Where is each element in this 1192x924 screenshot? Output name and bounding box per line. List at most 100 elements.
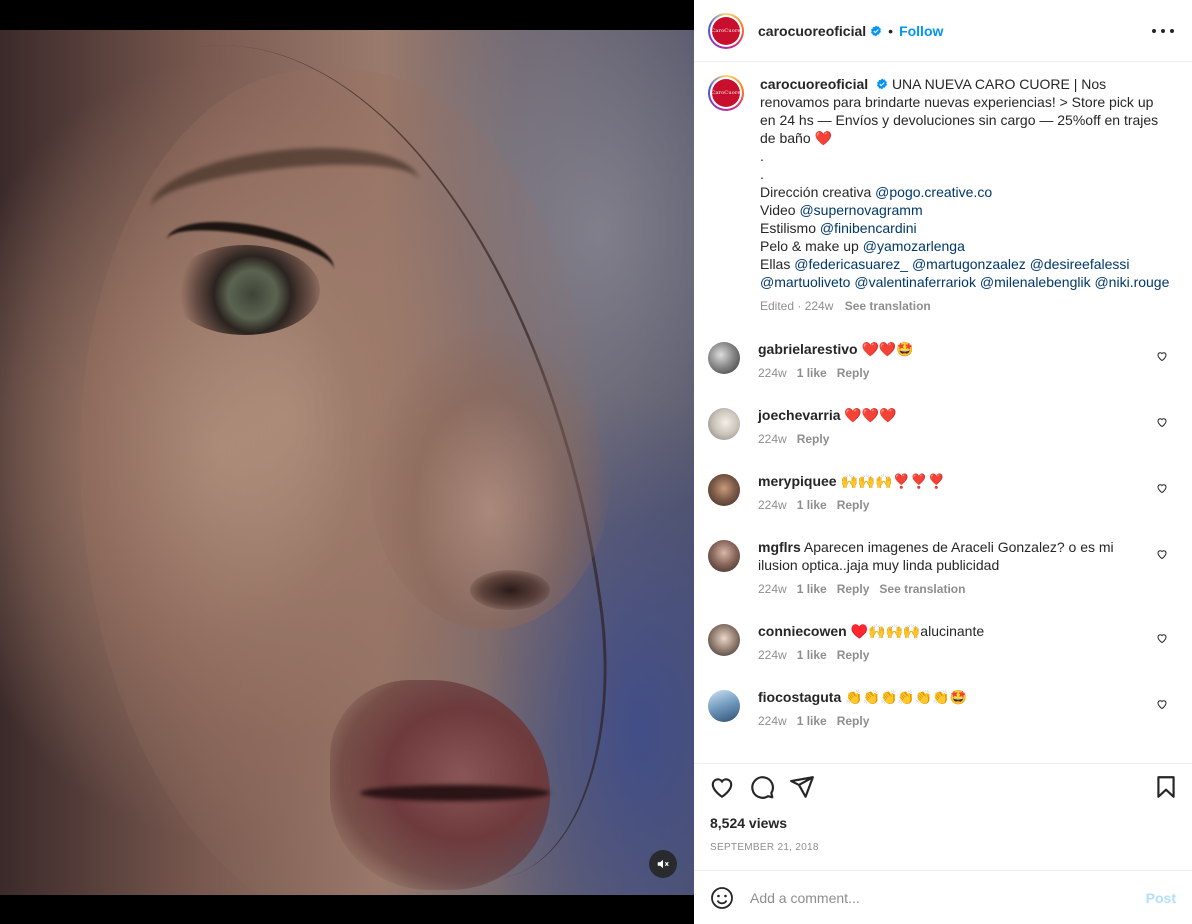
comment-username[interactable]: merypiquee [758,473,837,489]
comment-likes[interactable]: 1 like [797,582,827,596]
caption-avatar[interactable]: CaroCuore [708,75,744,111]
caption-credit-label: Video [760,202,796,218]
comment-row: conniecowen ♥️🙌🙌🙌alucinante 224w 1 like Re… [708,622,1178,664]
brand-logo-small: CaroCuore [711,79,741,107]
comment-time[interactable]: 224w [758,582,787,596]
comment-time[interactable]: 224w [758,648,787,662]
commenter-avatar[interactable] [708,474,740,506]
post-comment-button[interactable]: Post [1146,890,1176,906]
commenter-avatar[interactable] [708,690,740,722]
caption-meta-dot: · [794,299,805,313]
header-avatar[interactable]: CaroCuore [708,12,744,49]
header-separator: • [888,22,894,39]
reply-button[interactable]: Reply [837,498,870,512]
mention-link[interactable]: @desireefalessi [1030,256,1130,272]
reply-button[interactable]: Reply [837,714,870,728]
mention-link[interactable]: @federicasuarez_ [794,256,908,272]
comment-row: mgflrs Aparecen imagenes de Araceli Gonz… [708,538,1178,598]
mention-link[interactable]: @yamozarlenga [863,238,965,254]
caption-credit-label: Ellas [760,256,791,272]
add-comment-bar: Post [694,870,1192,924]
comment-row: merypiquee 🙌🙌🙌❣️❣️❣️ 224w 1 like Reply [708,472,1178,514]
comment-likes[interactable]: 1 like [797,714,827,728]
comments-list[interactable]: CaroCuore carocuoreoficial UNA NUEVA CAR… [694,63,1192,763]
comment-text: 👏👏👏👏👏👏🤩 [845,689,968,705]
comment-row: joechevarria ❤️❤️❤️ 224w Reply [708,406,1178,448]
caption-dot: . [760,148,764,164]
commenter-avatar[interactable] [708,408,740,440]
comment-time[interactable]: 224w [758,432,787,446]
video-lip-line [360,785,550,801]
post-side-panel: CaroCuore carocuoreoficial • Follow Caro… [694,0,1192,924]
commenter-avatar[interactable] [708,540,740,572]
comment-text: Aparecen imagenes de Araceli Gonzalez? o… [758,539,1114,573]
emoji-icon[interactable] [710,886,734,910]
commenter-avatar[interactable] [708,624,740,656]
speaker-muted-icon [657,859,669,869]
caption-time[interactable]: 224w [805,299,834,313]
comment-time[interactable]: 224w [758,714,787,728]
comment-heart-icon[interactable] [1156,548,1168,560]
comment-text: ♥️🙌🙌🙌alucinante [850,623,985,639]
comment-time[interactable]: 224w [758,498,787,512]
caption-dot: . [760,166,764,182]
commenter-avatar[interactable] [708,342,740,374]
comment-heart-icon[interactable] [1156,698,1168,710]
mention-link[interactable]: @niki.rouge [1094,274,1169,290]
video-player[interactable] [0,30,694,895]
comment-username[interactable]: gabrielarestivo [758,341,858,357]
comment-heart-icon[interactable] [1156,416,1168,428]
comment-text: ❤️❤️🤩 [861,341,914,357]
comment-icon[interactable] [749,774,775,800]
reply-button[interactable]: Reply [837,648,870,662]
mute-button[interactable] [649,850,677,878]
comment-username[interactable]: joechevarria [758,407,841,423]
share-icon[interactable] [789,774,815,800]
comment-heart-icon[interactable] [1156,632,1168,644]
verified-badge-icon [877,78,887,90]
mention-link[interactable]: @milenalebenglik [980,274,1091,290]
verified-badge-icon [871,25,882,36]
comment-row: gabrielarestivo ❤️❤️🤩 224w 1 like Reply [708,340,1178,382]
follow-button[interactable]: Follow [899,23,943,39]
comment-username[interactable]: conniecowen [758,623,847,639]
comment-text: ❤️❤️❤️ [844,407,897,423]
view-count[interactable]: 8,524 views [710,815,787,831]
comment-likes[interactable]: 1 like [797,648,827,662]
mention-link[interactable]: @valentinaferrariok [854,274,976,290]
bookmark-icon[interactable] [1153,774,1179,800]
post-media[interactable] [0,0,694,924]
see-translation-link[interactable]: See translation [879,582,965,596]
comment-heart-icon[interactable] [1156,350,1168,362]
comment-username[interactable]: mgflrs [758,539,801,555]
comment-likes[interactable]: 1 like [797,498,827,512]
caption-heart-emoji: ❤️ [814,130,832,146]
mention-link[interactable]: @supernovagramm [799,202,922,218]
reply-button[interactable]: Reply [837,366,870,380]
mention-link[interactable]: @martugonzaalez [912,256,1026,272]
caption-username[interactable]: carocuoreoficial [760,76,868,92]
caption-credit-label: Estilismo [760,220,817,236]
mention-link[interactable]: @martuoliveto [760,274,850,290]
see-translation-link[interactable]: See translation [845,299,931,313]
caption-edited-label: Edited [760,299,795,313]
caption-credit-label: Dirección creativa [760,184,872,200]
brand-logo: CaroCuore [711,16,741,45]
comment-username[interactable]: fiocostaguta [758,689,841,705]
video-nostril [470,570,550,610]
mention-link[interactable]: @finibencardini [820,220,917,236]
comment-likes[interactable]: 1 like [797,366,827,380]
more-options-icon[interactable] [1152,22,1174,40]
comment-text: 🙌🙌🙌❣️❣️❣️ [840,473,946,489]
comment-row: fiocostaguta 👏👏👏👏👏👏🤩 224w 1 like Reply [708,688,1178,730]
post-date[interactable]: SEPTEMBER 21, 2018 [710,842,819,853]
comment-input[interactable] [750,889,1120,906]
heart-icon[interactable] [709,774,735,800]
header-username[interactable]: carocuoreoficial [758,23,866,39]
reply-button[interactable]: Reply [837,582,870,596]
reply-button[interactable]: Reply [797,432,830,446]
mention-link[interactable]: @pogo.creative.co [875,184,992,200]
post-caption: CaroCuore carocuoreoficial UNA NUEVA CAR… [708,75,1178,315]
comment-time[interactable]: 224w [758,366,787,380]
comment-heart-icon[interactable] [1156,482,1168,494]
